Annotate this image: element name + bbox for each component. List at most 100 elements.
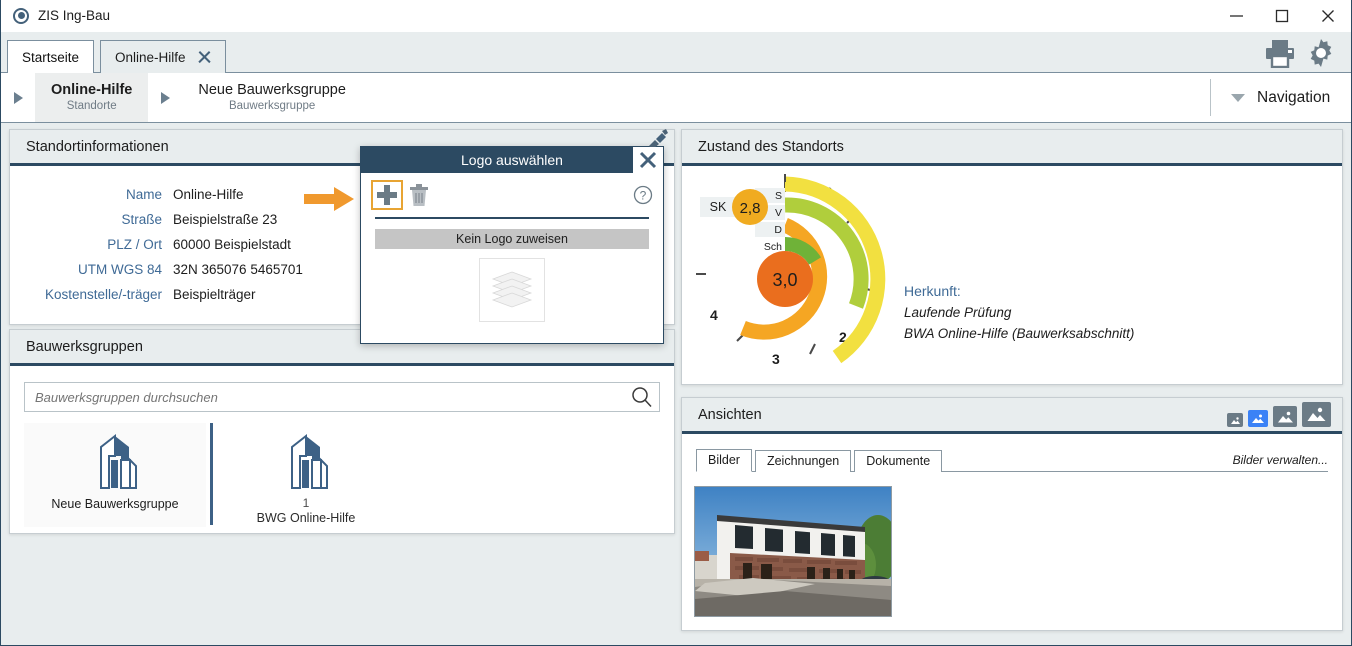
bilder-verwalten-link[interactable]: Bilder verwalten... [1233,453,1328,471]
sk-value: 2,8 [740,200,761,217]
maximize-button[interactable] [1259,0,1305,32]
info-value: 32N 365076 5465701 [173,257,303,282]
close-icon[interactable] [633,147,663,173]
add-logo-button[interactable] [371,180,403,210]
herkunft-line: BWA Online-Hilfe (Bauwerksabschnitt) [904,323,1134,344]
logo-preview[interactable] [479,258,545,322]
panel-title: Ansichten [698,407,762,423]
card-label: BWG Online-Hilfe [257,511,356,525]
application-window: ZIS Ing-Bau Startseite Online-Hilfe [0,0,1352,646]
logo-auswaehlen-dialog: Logo auswählen [360,146,664,344]
sk-badge-label: SK [710,200,727,214]
zustand-gauge-chart: 0 1 2 3 4 3,0 [682,166,1342,380]
panel-title: Bauwerksgruppen [26,339,143,355]
info-label: Straße [10,207,162,232]
info-label: UTM WGS 84 [10,257,162,282]
bauwerksgruppe-card-new[interactable]: Neue Bauwerksgruppe [24,423,206,527]
image-size-s-icon[interactable] [1248,410,1268,427]
search-input[interactable] [24,382,660,412]
info-value: Beispielstraße 23 [173,207,277,232]
divider [375,217,649,219]
info-label: PLZ / Ort [10,232,162,257]
breadcrumb-item-online-hilfe[interactable]: Online-Hilfe Standorte [35,73,148,122]
circle-target-icon [13,8,29,24]
card-label: Neue Bauwerksgruppe [51,497,178,511]
breadcrumb-arrow-icon [148,73,182,122]
divider [210,423,213,525]
resize-handle-icon[interactable] [646,129,668,149]
question-mark-icon: ? [633,185,653,205]
tab-label: Zeichnungen [767,454,839,468]
image-size-xs-icon[interactable] [1227,413,1243,427]
breadcrumb-title: Neue Bauwerksgruppe [198,82,346,99]
tab-online-hilfe[interactable]: Online-Hilfe [100,40,226,73]
help-button[interactable]: ? [633,185,653,205]
dialog-toolbar: ? [361,173,663,217]
bauwerksgruppen-panel: Bauwerksgruppen [9,329,675,534]
info-label: Name [10,182,162,207]
panel-header: Zustand des Standorts [682,130,1342,166]
herkunft-line: Laufende Prüfung [904,302,1134,323]
ring-label-V: V [775,207,782,219]
svg-text:?: ? [640,189,647,203]
building-photo[interactable] [694,486,892,617]
stacked-layers-icon [489,268,535,312]
info-value: Online-Hilfe [173,182,244,207]
close-button[interactable] [1305,0,1351,32]
title-bar: ZIS Ing-Bau [1,0,1351,32]
breadcrumb-item-neue-bauwerksgruppe[interactable]: Neue Bauwerksgruppe Bauwerksgruppe [182,73,362,122]
tab-dokumente[interactable]: Dokumente [854,450,942,472]
zustand-panel: Zustand des Standorts 0 1 2 3 [681,129,1343,385]
card-number: 1 [303,496,310,510]
bauwerksgruppen-list: Neue Bauwerksgruppe 1 BWG Online-Hilfe [24,423,660,527]
tab-label: Bilder [708,453,740,467]
window-controls [1213,0,1351,32]
close-icon[interactable] [197,50,211,64]
tab-strip: Startseite Online-Hilfe [1,32,1351,73]
navigation-label: Navigation [1257,89,1330,107]
annotation-arrow-icon [304,185,356,213]
thumbnail-strip [694,486,1342,617]
breadcrumb-spacer [362,73,1210,122]
info-value: 60000 Beispielstadt [173,232,291,257]
plus-icon [376,184,398,206]
ansichten-panel: Ansichten Bilder Zeichn [681,397,1343,631]
dialog-header: Logo auswählen [361,147,663,173]
gauge-center-value: 3,0 [772,270,797,290]
search-container [24,382,660,412]
image-size-l-icon[interactable] [1302,402,1331,427]
panel-title: Zustand des Standorts [698,139,844,155]
tab-zeichnungen[interactable]: Zeichnungen [755,450,851,472]
delete-logo-button[interactable] [405,180,433,210]
dialog-title: Logo auswählen [461,152,563,168]
info-label: Kostenstelle/-träger [10,282,162,307]
minimize-button[interactable] [1213,0,1259,32]
tab-strip-tools [1264,37,1351,72]
tick-label-3: 3 [772,351,780,367]
herkunft-label: Herkunft: [904,281,1134,302]
tab-startseite[interactable]: Startseite [7,40,94,73]
window-title: ZIS Ing-Bau [38,8,110,23]
ring-label-D: D [774,224,782,236]
printer-icon[interactable] [1264,38,1296,68]
tab-bilder[interactable]: Bilder [696,449,752,472]
bauwerksgruppe-card[interactable]: 1 BWG Online-Hilfe [217,423,395,527]
magnifier-icon[interactable] [631,386,653,408]
kein-logo-zuweisen-button[interactable]: Kein Logo zuweisen [375,229,649,249]
gear-icon[interactable] [1305,37,1337,69]
breadcrumb-subtitle: Bauwerksgruppe [229,99,315,114]
trash-icon [409,183,429,207]
ansichten-tab-bar: Bilder Zeichnungen Dokumente Bilder verw… [696,448,1328,472]
info-value: Beispielträger [173,282,256,307]
panel-title: Standortinformationen [26,139,169,155]
navigation-dropdown[interactable]: Navigation [1211,73,1351,122]
image-size-m-icon[interactable] [1273,406,1297,427]
radial-gauge-svg: 0 1 2 3 4 3,0 [682,166,912,380]
herkunft-block: Herkunft: Laufende Prüfung BWA Online-Hi… [904,281,1134,344]
ring-label-Sch: Sch [764,241,782,253]
buildings-icon [83,430,147,494]
image-size-toolbar [1227,402,1342,427]
breadcrumb-title: Online-Hilfe [51,82,132,99]
tab-label: Online-Hilfe [115,50,186,65]
breadcrumb-arrow-icon [1,73,35,122]
